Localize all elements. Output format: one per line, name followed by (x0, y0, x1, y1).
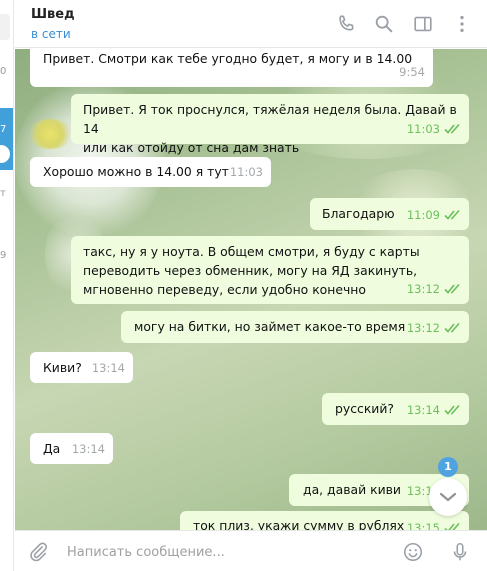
message-outgoing[interactable]: могу на битки, но займет какое-то время … (121, 311, 469, 343)
microphone-icon[interactable] (449, 541, 471, 563)
emoji-icon[interactable] (402, 541, 424, 563)
double-check-icon (444, 210, 461, 220)
message-time: 13:12 (406, 282, 440, 296)
message-time: 13:12 (406, 321, 440, 335)
scroll-to-bottom-button[interactable] (429, 478, 467, 516)
double-check-icon (444, 323, 461, 333)
message-time: 11:03 (229, 165, 263, 179)
phone-icon[interactable] (335, 13, 357, 35)
message-text: Хорошо можно в 14.00 я тут (43, 164, 229, 179)
attach-icon[interactable] (27, 541, 49, 563)
message-composer (15, 530, 487, 571)
chat-status: в сети (31, 27, 71, 41)
chat-list-counter: т (0, 188, 6, 199)
message-incoming[interactable]: Хорошо можно в 14.00 я тут 11:03 (30, 157, 271, 187)
search-icon[interactable] (373, 13, 395, 35)
chevron-down-icon (439, 492, 457, 502)
double-check-icon (444, 284, 461, 294)
message-text: Привет. Я ток проснулся, тяжёлая неделя … (83, 102, 457, 155)
message-outgoing[interactable]: русский? 13:14 (322, 393, 469, 425)
chat-header: Швед в сети (15, 0, 487, 48)
message-time: 13:14 (91, 361, 125, 375)
message-time: 13:14 (71, 442, 105, 456)
message-time: 9:54 (399, 65, 425, 79)
message-input[interactable] (67, 542, 387, 562)
wallpaper-shape (27, 119, 73, 149)
double-check-icon (444, 124, 461, 134)
chat-list-search-fragment[interactable] (0, 14, 10, 40)
message-text: такс, ну я у ноута. В общем смотри, я бу… (83, 244, 420, 297)
double-check-icon (444, 405, 461, 415)
more-vertical-icon[interactable] (451, 13, 473, 35)
chat-list-counter: 0 (0, 66, 7, 77)
chat-list-counter: 7 (0, 124, 7, 135)
chat-list-counter: 9 (0, 250, 7, 261)
message-incoming[interactable]: Киви? 13:14 (30, 352, 133, 383)
chat-list-strip: 0 7 т 9 (0, 0, 14, 571)
message-outgoing[interactable]: такс, ну я у ноута. В общем смотри, я бу… (71, 236, 469, 304)
message-time: 11:03 (406, 122, 440, 136)
unread-count-badge: 1 (438, 457, 458, 477)
message-outgoing[interactable]: ток плиз, укажи сумму в рублях 13:15 (180, 511, 469, 530)
message-time: 13:14 (406, 403, 440, 417)
chat-history[interactable]: Привет. Смотри как тебе угодно будет, я … (15, 49, 487, 530)
message-time: 13:15 (406, 521, 440, 530)
chat-title[interactable]: Швед (31, 7, 75, 22)
double-check-icon (444, 523, 461, 530)
message-incoming[interactable]: Привет. Смотри как тебе угодно будет, я … (30, 49, 433, 87)
message-outgoing[interactable]: Благодарю 11:09 (310, 198, 469, 230)
message-outgoing[interactable]: Привет. Я ток проснулся, тяжёлая неделя … (71, 94, 469, 155)
message-incoming[interactable]: Да 13:14 (30, 433, 113, 464)
message-text: Привет. Смотри как тебе угодно будет, я … (43, 51, 413, 66)
sidebar-toggle-icon[interactable] (412, 13, 434, 35)
message-time: 11:09 (406, 208, 440, 222)
